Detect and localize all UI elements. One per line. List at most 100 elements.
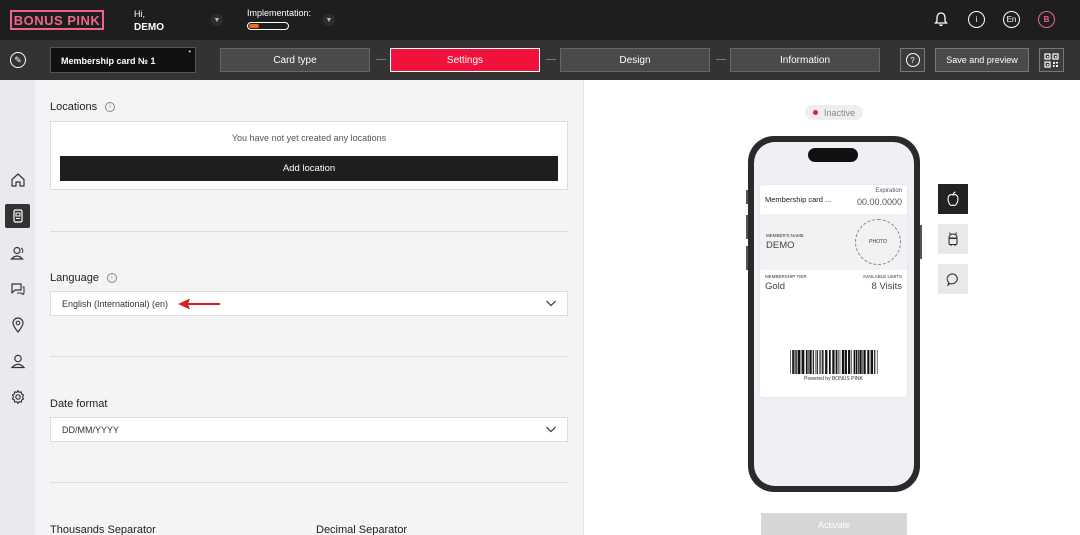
card-header: Membership card ... Expiration 00.00.000… [760, 185, 907, 213]
wallet-card: Membership card ... Expiration 00.00.000… [760, 185, 907, 397]
member-name-value: DEMO [766, 240, 795, 251]
users-icon[interactable] [5, 241, 30, 265]
barcode-bar [841, 350, 845, 374]
apple-wallet-button[interactable] [938, 184, 968, 214]
android-icon [948, 232, 958, 246]
barcode-bar [869, 350, 871, 374]
user-menu-chevron-icon[interactable]: ▼ [211, 14, 223, 26]
barcode-bar [851, 350, 852, 374]
barcode-bar [805, 350, 808, 374]
card-title: Membership card ... [765, 195, 832, 204]
date-format-value: DD/MM/YYYY [62, 425, 120, 435]
implementation-chevron-icon[interactable]: ▼ [323, 14, 335, 26]
card-name-field[interactable]: Membership card № 1 • [50, 47, 196, 73]
status-text: Inactive [823, 107, 856, 118]
date-format-label: Date format [50, 398, 108, 410]
barcode-bar [829, 350, 831, 374]
barcode-bar [874, 350, 876, 374]
barcode-bar [808, 350, 809, 374]
barcode-bar [790, 350, 791, 374]
status-dot-icon [812, 110, 818, 115]
thousands-separator-label: Thousands Separator [50, 524, 156, 535]
unsaved-marker: • [188, 49, 191, 56]
avatar[interactable]: B [1038, 11, 1055, 28]
expiration-label: Expiration [875, 188, 902, 194]
step-separator [716, 59, 726, 60]
barcode-bar [848, 350, 851, 374]
barcode-bar [825, 350, 828, 374]
section-divider [50, 482, 568, 483]
step-settings[interactable]: Settings [390, 48, 540, 72]
step-separator [376, 59, 386, 60]
barcode-bar [837, 350, 839, 374]
powered-by-text: Powered by BONUS PINK [804, 376, 863, 382]
membership-tier-value: Gold [765, 281, 786, 292]
greeting-text: Hi, [134, 9, 145, 19]
barcode-bar [821, 350, 823, 374]
language-heading: Language i [50, 272, 117, 284]
message-share-button[interactable] [938, 264, 968, 294]
barcode-bar [844, 350, 847, 374]
section-divider [50, 356, 568, 357]
message-icon [946, 272, 958, 286]
user-greeting: Hi, DEMO [134, 8, 164, 34]
qr-code-button[interactable] [1039, 48, 1064, 72]
chat-icon[interactable] [5, 277, 30, 301]
barcode-bar [862, 350, 863, 374]
language-label: Language [50, 272, 99, 284]
side-nav [0, 80, 35, 535]
chevron-down-icon [545, 423, 557, 438]
photo-placeholder: PHOTO [855, 219, 901, 265]
step-card-type[interactable]: Card type [220, 48, 370, 72]
barcode-bar [802, 350, 805, 374]
brand-logo[interactable]: BONUS PINK [10, 10, 104, 30]
barcode-bar [870, 350, 874, 374]
chevron-down-icon [545, 297, 557, 312]
barcode-bar [794, 350, 796, 374]
step-information[interactable]: Information [730, 48, 880, 72]
barcode-bar [859, 350, 862, 374]
barcode-bar [796, 350, 798, 374]
section-divider [50, 231, 568, 232]
barcode-bar [839, 350, 841, 374]
language-select[interactable]: English (International) (en) [50, 291, 568, 316]
barcode-bar [857, 350, 859, 374]
implementation-progress-fill [249, 24, 259, 28]
language-button[interactable]: En [1003, 11, 1020, 28]
barcode-bar [819, 350, 821, 374]
profile-icon[interactable] [5, 349, 30, 373]
status-badge: Inactive [805, 105, 863, 120]
language-info-icon[interactable]: i [106, 273, 117, 284]
barcode-bar [835, 350, 838, 374]
date-format-select[interactable]: DD/MM/YYYY [50, 417, 568, 442]
card-icon[interactable] [5, 204, 30, 228]
barcode-bar [855, 350, 858, 374]
locations-panel: You have not yet created any locations A… [50, 121, 568, 190]
implementation-progress-bar [247, 22, 289, 30]
edit-pen-icon[interactable]: ✎ [10, 52, 26, 68]
locations-heading: Locations i [50, 101, 116, 113]
home-icon[interactable] [5, 168, 30, 192]
step-design[interactable]: Design [560, 48, 710, 72]
locations-info-icon[interactable]: i [105, 102, 116, 113]
activate-button[interactable]: Activate [761, 513, 907, 535]
info-icon[interactable]: i [968, 11, 985, 28]
bell-icon[interactable] [932, 11, 949, 28]
locations-empty-message: You have not yet created any locations [231, 133, 387, 143]
save-and-preview-button[interactable]: Save and preview [935, 48, 1029, 72]
settings-icon[interactable] [5, 385, 30, 409]
phone-side-button [920, 225, 922, 259]
available-limits-label: AVAILABLE LIMITS [862, 274, 902, 279]
barcode-bar [867, 350, 869, 374]
location-icon[interactable] [5, 313, 30, 337]
barcode-bar [815, 350, 817, 374]
locations-label: Locations [50, 101, 98, 113]
barcode-bar [832, 350, 835, 374]
barcode-bar [798, 350, 801, 374]
language-value: English (International) (en) [62, 299, 169, 309]
google-wallet-button[interactable] [938, 224, 968, 254]
question-icon: ? [905, 53, 920, 67]
barcode-bar [816, 350, 818, 374]
help-button[interactable]: ? [900, 48, 925, 72]
add-location-button[interactable]: Add location [60, 156, 558, 181]
